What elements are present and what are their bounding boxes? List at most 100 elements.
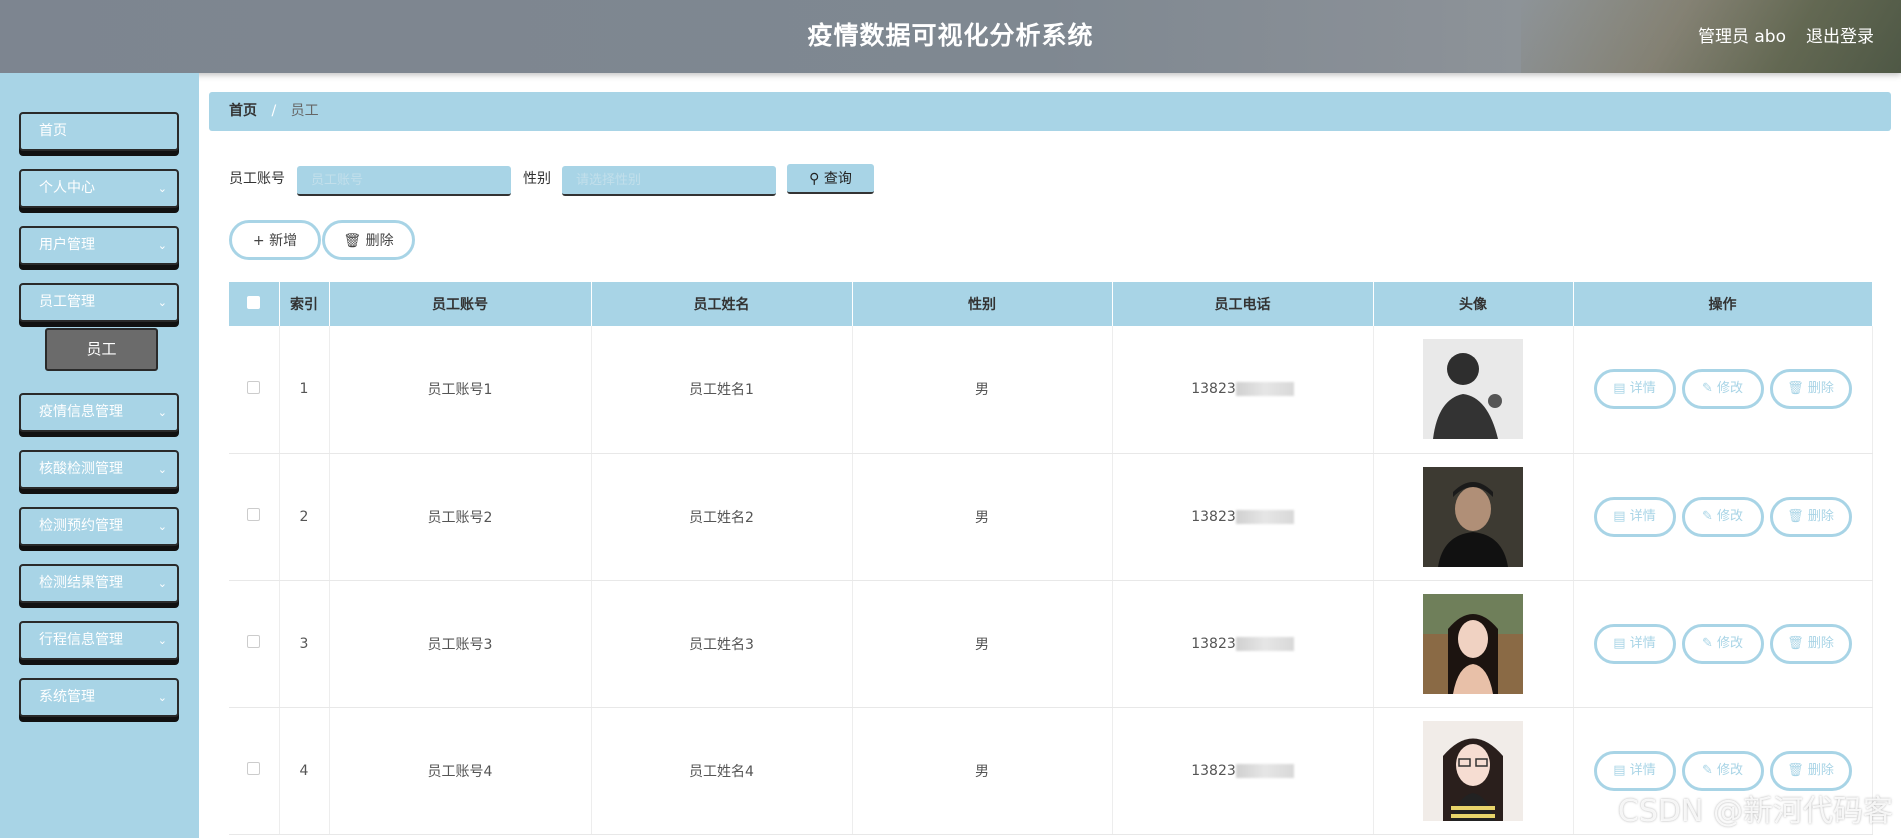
edit-button[interactable]: ✎ 修改 (1681, 623, 1764, 664)
document-icon: ▤ (1613, 635, 1626, 651)
row-select-cell (229, 707, 280, 835)
detail-button[interactable]: ▤ 详情 (1593, 369, 1676, 410)
gender-cell: 男 (852, 326, 1113, 454)
sidebar-item-test-appointment[interactable]: 检测预约管理 ⌄ (19, 507, 179, 546)
chevron-down-icon: ⌄ (157, 463, 167, 476)
edit-label: 修改 (1717, 381, 1744, 397)
account-cell: 员工账号1 (329, 326, 592, 454)
avatar[interactable] (1423, 339, 1523, 440)
select-all-header[interactable] (229, 282, 280, 326)
account-search-input[interactable] (297, 166, 511, 196)
sidebar-item-label: 员工管理 (39, 294, 95, 310)
sidebar-item-epidemic-info[interactable]: 疫情信息管理 ⌄ (19, 393, 179, 432)
gender-select[interactable] (562, 166, 776, 196)
detail-button[interactable]: ▤ 详情 (1593, 750, 1676, 791)
phone-redaction (1235, 636, 1294, 651)
delete-button[interactable]: 🗑 删除 (1769, 496, 1852, 537)
batch-delete-button[interactable]: 🗑 删除 (322, 220, 415, 260)
row-checkbox[interactable] (247, 508, 261, 521)
sidebar-item-user-management[interactable]: 用户管理 ⌄ (19, 226, 179, 265)
sidebar-item-system-management[interactable]: 系统管理 ⌄ (19, 678, 179, 717)
actions-cell: ▤ 详情 ✎ 修改 🗑 删除 (1573, 580, 1873, 708)
edit-button[interactable]: ✎ 修改 (1681, 369, 1764, 410)
avatar[interactable] (1423, 466, 1523, 567)
column-header: 头像 (1373, 282, 1574, 326)
sidebar-item-label: 用户管理 (39, 237, 95, 253)
phone-text: 13823 (1191, 381, 1236, 398)
phone-redaction (1235, 763, 1294, 778)
row-checkbox[interactable] (247, 635, 261, 648)
gender-cell: 男 (852, 707, 1113, 835)
chevron-down-icon: ⌄ (157, 182, 167, 195)
column-header: 员工电话 (1112, 282, 1374, 326)
plus-icon: + (252, 233, 265, 249)
row-checkbox[interactable] (247, 380, 261, 394)
name-cell: 员工姓名1 (591, 326, 853, 454)
row-select-cell (229, 580, 280, 708)
edit-button[interactable]: ✎ 修改 (1681, 496, 1764, 537)
avatar-cell (1373, 326, 1574, 454)
avatar[interactable] (1423, 720, 1523, 821)
delete-button[interactable]: 🗑 删除 (1769, 623, 1852, 664)
chevron-down-icon: ⌄ (157, 406, 167, 419)
chevron-down-icon: ⌄ (157, 577, 167, 590)
sidebar-item-personal-center[interactable]: 个人中心 ⌄ (19, 169, 179, 208)
column-header: 索引 (279, 282, 330, 326)
add-button[interactable]: + 新增 (229, 220, 321, 260)
name-cell: 员工姓名4 (591, 707, 853, 835)
table-header-row: 索引 员工账号 员工姓名 性别 员工电话 头像 操作 (229, 282, 1873, 326)
delete-label: 删除 (1807, 381, 1834, 397)
delete-label: 删除 (1807, 508, 1834, 524)
chevron-down-icon: ⌄ (157, 239, 167, 252)
table-row: 2 员工账号2 员工姓名2 男 13823 ▤ 详情 ✎ 修改 🗑 删除 (229, 453, 1873, 581)
edit-label: 修改 (1717, 762, 1744, 778)
sidebar-item-home[interactable]: 首页 (19, 112, 179, 151)
gender-cell: 男 (852, 453, 1113, 581)
chevron-down-icon: ⌄ (157, 691, 167, 704)
chevron-down-icon: ⌄ (157, 634, 167, 647)
index-cell: 3 (279, 580, 330, 708)
pencil-icon: ✎ (1701, 762, 1713, 778)
sidebar-item-nucleic-test[interactable]: 核酸检测管理 ⌄ (19, 450, 179, 489)
app-title: 疫情数据可视化分析系统 (807, 21, 1094, 50)
trash-icon: 🗑 (1787, 762, 1804, 778)
sidebar-item-test-result[interactable]: 检测结果管理 ⌄ (19, 564, 179, 603)
breadcrumb-separator: / (271, 103, 277, 119)
phone-redaction (1235, 509, 1294, 524)
column-header: 员工账号 (329, 282, 592, 326)
sidebar-item-label: 核酸检测管理 (39, 461, 123, 477)
chevron-down-icon: ⌄ (157, 520, 167, 533)
detail-button[interactable]: ▤ 详情 (1593, 623, 1676, 664)
phone-text: 13823 (1191, 635, 1236, 652)
query-button[interactable]: ⚲ 查询 (787, 164, 874, 194)
account-cell: 员工账号4 (329, 707, 592, 835)
sidebar-item-label: 疫情信息管理 (39, 404, 123, 420)
delete-button-label: 删除 (365, 233, 394, 249)
phone-redaction (1235, 382, 1294, 397)
account-cell: 员工账号2 (329, 453, 592, 581)
sidebar-item-label: 检测预约管理 (39, 518, 123, 534)
chevron-down-icon: ⌄ (157, 296, 167, 309)
index-cell: 2 (279, 453, 330, 581)
row-checkbox[interactable] (247, 762, 261, 775)
sidebar-subitem-employee[interactable]: 员工 (45, 328, 158, 371)
row-select-cell (229, 326, 280, 454)
sidebar-item-employee-management[interactable]: 员工管理 ⌄ (19, 283, 179, 322)
sidebar-subitem-label: 员工 (86, 340, 117, 358)
document-icon: ▤ (1613, 508, 1626, 524)
document-icon: ▤ (1613, 762, 1626, 778)
index-cell: 4 (279, 707, 330, 835)
breadcrumb-current: 员工 (290, 103, 319, 119)
sidebar-item-travel-info[interactable]: 行程信息管理 ⌄ (19, 621, 179, 660)
logout-link[interactable]: 退出登录 (1806, 22, 1874, 47)
account-label: 员工账号 (229, 171, 285, 187)
delete-button[interactable]: 🗑 删除 (1769, 750, 1852, 791)
detail-button[interactable]: ▤ 详情 (1593, 496, 1676, 537)
row-select-cell (229, 453, 280, 581)
select-all-checkbox[interactable] (247, 295, 261, 309)
avatar[interactable] (1423, 593, 1523, 694)
query-button-label: 查询 (823, 171, 852, 187)
edit-button[interactable]: ✎ 修改 (1681, 750, 1764, 791)
breadcrumb-home[interactable]: 首页 (229, 103, 257, 119)
delete-button[interactable]: 🗑 删除 (1769, 369, 1852, 410)
